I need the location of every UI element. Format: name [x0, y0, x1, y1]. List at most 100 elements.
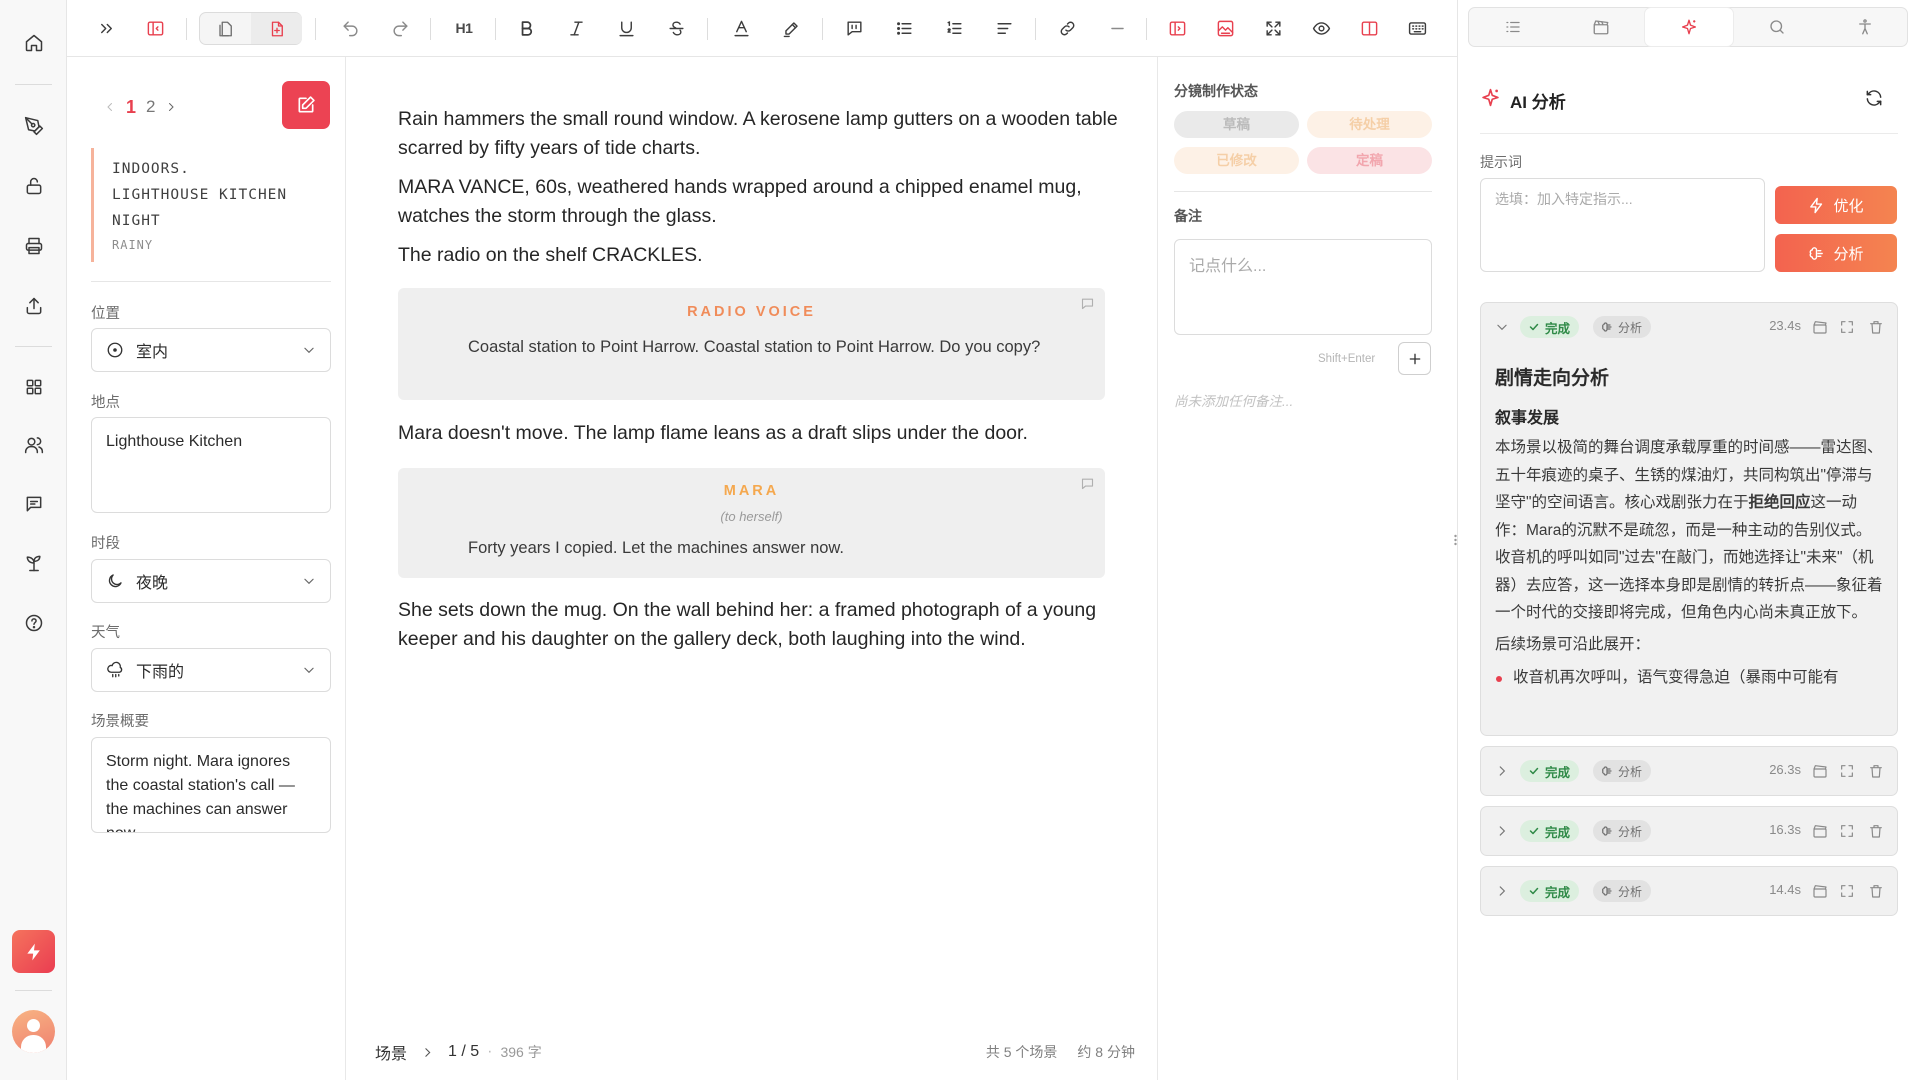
action-line[interactable]: The radio on the shelf CRACKLES. [398, 241, 1118, 270]
help-icon[interactable] [19, 608, 48, 637]
action-line[interactable]: Rain hammers the small round window. A k… [398, 105, 1118, 163]
redo-icon[interactable] [387, 15, 413, 41]
trash-icon[interactable] [1867, 318, 1884, 335]
result-card-header[interactable]: 完成 分析 14.4s [1481, 867, 1897, 916]
analysis-result-card[interactable]: 完成 分析 16.3s [1480, 806, 1898, 856]
weather-select[interactable]: 下雨的 [91, 648, 331, 692]
position-select[interactable]: 室内 [91, 328, 331, 372]
bullet-list-icon[interactable] [891, 15, 917, 41]
page-next[interactable]: 2 [146, 97, 155, 117]
refresh-icon[interactable] [1862, 86, 1886, 110]
analysis-result-card[interactable]: 完成 分析 14.4s [1480, 866, 1898, 916]
split-panel-icon[interactable] [1356, 15, 1382, 41]
analyze-button[interactable]: 分析 [1775, 234, 1897, 272]
bolt-icon[interactable] [12, 930, 55, 973]
share-icon[interactable] [19, 291, 48, 320]
chevron-right-icon[interactable] [1495, 824, 1509, 838]
strikethrough-icon[interactable] [663, 15, 689, 41]
result-card-header[interactable]: 完成 分析 26.3s [1481, 747, 1897, 796]
clapperboard-icon[interactable] [1811, 882, 1828, 899]
outline-icon[interactable] [1469, 8, 1557, 46]
script-mode-icon[interactable] [251, 13, 302, 44]
pen-nib-icon[interactable] [19, 111, 48, 140]
expand-icon[interactable] [1838, 882, 1855, 899]
message-icon[interactable] [19, 489, 48, 518]
expand-icon[interactable] [1838, 318, 1855, 335]
split-view-icon[interactable] [200, 13, 251, 44]
keyboard-icon[interactable] [1404, 15, 1430, 41]
sidebar-toggle-icon[interactable] [142, 15, 168, 41]
location-field[interactable]: Lighthouse Kitchen [91, 417, 331, 513]
search-icon[interactable] [1733, 8, 1821, 46]
printer-icon[interactable] [19, 231, 48, 260]
chevron-right-icon[interactable] [165, 101, 177, 113]
fullscreen-icon[interactable] [1260, 15, 1286, 41]
panel-left-icon[interactable] [1164, 15, 1190, 41]
time-select[interactable]: 夜晚 [91, 559, 331, 603]
clapperboard-icon[interactable] [1811, 822, 1828, 839]
users-icon[interactable] [19, 430, 48, 459]
chevrons-right-icon[interactable] [93, 15, 119, 41]
page-current[interactable]: 1 [126, 97, 136, 118]
heading-icon[interactable]: H1 [449, 15, 479, 41]
dialogue-block[interactable]: MARA (to herself) Forty years I copied. … [398, 468, 1105, 578]
italic-icon[interactable] [563, 15, 589, 41]
accessibility-icon[interactable] [1821, 8, 1909, 46]
chevron-right-icon[interactable] [421, 1046, 434, 1059]
expand-icon[interactable] [1838, 762, 1855, 779]
chevron-right-icon[interactable] [1495, 764, 1509, 778]
trash-icon[interactable] [1867, 762, 1884, 779]
link-icon[interactable] [1054, 15, 1080, 41]
chevron-down-icon[interactable] [1495, 320, 1509, 334]
note-input[interactable]: 记点什么... [1174, 239, 1432, 335]
analysis-result-card[interactable]: 完成 分析 26.3s [1480, 746, 1898, 796]
scene-label[interactable]: 场景 [375, 1040, 407, 1064]
cloud-rain-icon [106, 661, 124, 679]
script-editor[interactable]: Rain hammers the small round window. A k… [347, 57, 1157, 1080]
clapperboard-icon[interactable] [1811, 762, 1828, 779]
clapperboard-icon[interactable] [1557, 8, 1645, 46]
expand-icon[interactable] [1838, 822, 1855, 839]
status-modified-pill[interactable]: 已修改 [1174, 147, 1299, 174]
dialogue-block[interactable]: RADIO VOICE Coastal station to Point Har… [398, 288, 1105, 400]
divider-icon[interactable] [1104, 15, 1130, 41]
action-line[interactable]: She sets down the mug. On the wall behin… [398, 596, 1118, 654]
lock-icon[interactable] [19, 171, 48, 200]
chevron-left-icon[interactable] [104, 101, 116, 113]
avatar[interactable] [12, 1010, 55, 1053]
image-icon[interactable] [1212, 15, 1238, 41]
status-pending-pill[interactable]: 待处理 [1307, 111, 1432, 138]
prompt-input[interactable]: 选填：加入特定指示... [1480, 178, 1765, 272]
trash-icon[interactable] [1867, 822, 1884, 839]
grid-icon[interactable] [19, 372, 48, 401]
numbered-list-icon[interactable] [941, 15, 967, 41]
clapperboard-icon[interactable] [1811, 318, 1828, 335]
underline-icon[interactable] [613, 15, 639, 41]
action-line[interactable]: MARA VANCE, 60s, weathered hands wrapped… [398, 173, 1118, 231]
edit-scene-button[interactable] [282, 81, 330, 129]
highlight-icon[interactable] [778, 15, 804, 41]
dialogue-line: Forty years I copied. Let the machines a… [468, 539, 845, 557]
result-card-header[interactable]: 完成 分析 23.4s [1481, 303, 1897, 352]
action-line[interactable]: Mara doesn't move. The lamp flame leans … [398, 419, 1118, 448]
trash-icon[interactable] [1867, 882, 1884, 899]
editor-status-bar: 场景 1 / 5 · 396 字 共 5 个场景 约 8 分钟 [375, 1037, 1135, 1067]
preview-icon[interactable] [1308, 15, 1334, 41]
result-card-header[interactable]: 完成 分析 16.3s [1481, 807, 1897, 856]
status-final-pill[interactable]: 定稿 [1307, 147, 1432, 174]
optimize-button[interactable]: 优化 [1775, 186, 1897, 224]
assistant-tabs [1468, 7, 1908, 47]
sparkle-icon[interactable] [1645, 8, 1733, 46]
summary-field[interactable]: Storm night. Mara ignores the coastal st… [91, 737, 331, 833]
text-color-icon[interactable] [728, 15, 754, 41]
chevron-right-icon[interactable] [1495, 884, 1509, 898]
add-note-button[interactable] [1398, 342, 1431, 375]
align-icon[interactable] [991, 15, 1017, 41]
undo-icon[interactable] [337, 15, 363, 41]
sprout-icon[interactable] [19, 548, 48, 577]
bold-icon[interactable] [513, 15, 539, 41]
dialogue-line: Coastal station to Point Harrow. Coastal… [468, 338, 1041, 356]
status-draft-pill[interactable]: 草稿 [1174, 111, 1299, 138]
comment-icon[interactable] [841, 15, 867, 41]
home-icon[interactable] [19, 28, 48, 57]
